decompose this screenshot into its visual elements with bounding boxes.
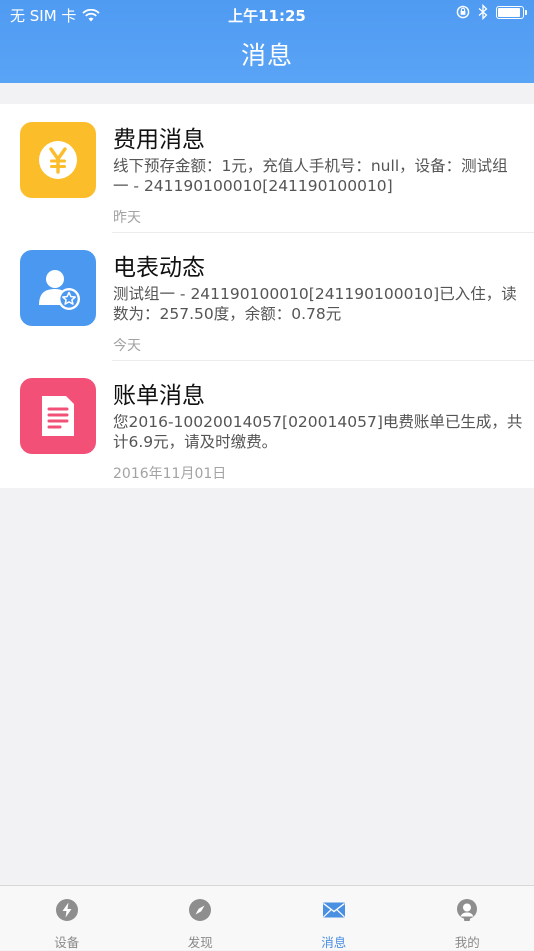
- tab-messages[interactable]: 消息: [267, 886, 401, 950]
- mail-icon: [322, 898, 346, 922]
- tab-discover[interactable]: 发现: [134, 886, 268, 950]
- message-list: 费用消息 线下预存金额：1元，充值人手机号：null，设备：测试组一 - 241…: [0, 104, 534, 488]
- message-item-meter[interactable]: 电表动态 测试组一 - 241190100010[241190100010]已入…: [0, 232, 534, 360]
- tab-label: 我的: [401, 932, 534, 951]
- message-title: 费用消息: [113, 120, 205, 154]
- message-date: 2016年11月01日: [113, 463, 226, 483]
- message-date: 昨天: [113, 207, 141, 227]
- tab-bar: 设备 发现 消息 我的: [0, 885, 534, 950]
- compass-icon: [188, 898, 212, 922]
- fee-icon-tile: [20, 122, 96, 198]
- battery-icon: [496, 6, 524, 19]
- bluetooth-icon: [478, 4, 488, 20]
- message-title: 电表动态: [113, 248, 205, 282]
- message-date: 今天: [113, 335, 141, 355]
- tab-me[interactable]: 我的: [401, 886, 534, 950]
- message-desc: 线下预存金额：1元，充值人手机号：null，设备：测试组一 - 24119010…: [113, 156, 523, 196]
- tab-device[interactable]: 设备: [0, 886, 134, 950]
- tab-label: 消息: [267, 932, 401, 951]
- status-bar: 无 SIM 卡 上午11:25: [0, 0, 534, 28]
- person-icon: [455, 898, 479, 922]
- tab-label: 发现: [134, 932, 268, 951]
- message-item-bill[interactable]: 账单消息 您2016-10020014057[020014057]电费账单已生成…: [0, 360, 534, 488]
- yen-coin-icon: [33, 135, 83, 185]
- message-title: 账单消息: [113, 376, 205, 410]
- tab-label: 设备: [0, 932, 134, 951]
- message-desc: 您2016-10020014057[020014057]电费账单已生成，共计6.…: [113, 412, 523, 452]
- document-icon: [38, 393, 78, 439]
- nav-header: 无 SIM 卡 上午11:25 消息: [0, 0, 534, 83]
- clock: 上午11:25: [0, 5, 534, 26]
- orientation-lock-icon: [456, 5, 470, 19]
- lightning-icon: [55, 898, 79, 922]
- page-title: 消息: [0, 36, 534, 72]
- user-star-icon: [31, 261, 85, 315]
- message-desc: 测试组一 - 241190100010[241190100010]已入住，读数为…: [113, 284, 523, 324]
- meter-icon-tile: [20, 250, 96, 326]
- message-item-fee[interactable]: 费用消息 线下预存金额：1元，充值人手机号：null，设备：测试组一 - 241…: [0, 104, 534, 232]
- bill-icon-tile: [20, 378, 96, 454]
